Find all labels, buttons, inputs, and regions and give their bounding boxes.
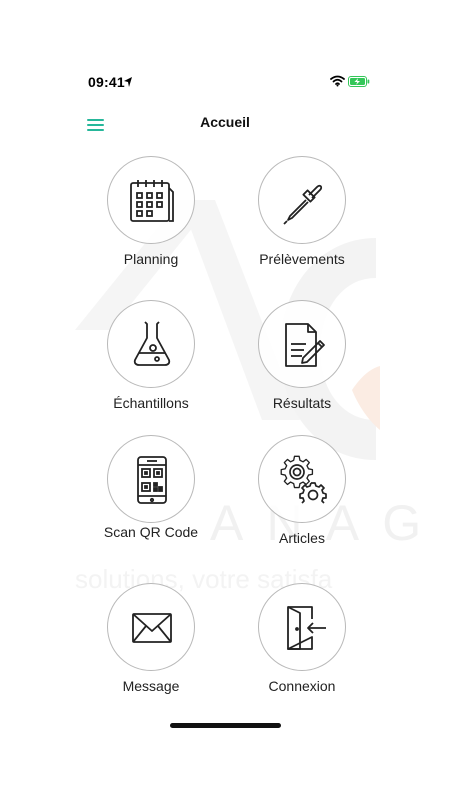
tile-circle (107, 583, 195, 671)
page-title: Accueil (200, 114, 250, 130)
tile-label: Scan QR Code (103, 524, 199, 540)
document-pen-icon (285, 323, 325, 367)
location-arrow-icon (124, 77, 132, 87)
battery-charging-icon (348, 76, 370, 87)
envelope-icon (132, 613, 172, 643)
tile-label: Échantillons (113, 395, 189, 411)
status-time: 09:41 (88, 74, 125, 90)
tile-label: Message (122, 678, 180, 694)
tile-circle (107, 300, 195, 388)
wifi-icon (330, 75, 345, 87)
tile-circle (107, 156, 195, 244)
status-bar: 09:41 (0, 0, 450, 100)
flask-icon (133, 321, 171, 366)
tile-label: Résultats (272, 395, 332, 411)
pipette-icon (283, 184, 323, 225)
tile-label: Articles (279, 530, 325, 546)
tile-label: Planning (123, 251, 179, 267)
tile-circle (258, 435, 346, 523)
login-door-icon (287, 606, 326, 650)
tile-circle (258, 583, 346, 671)
tile-circle (258, 300, 346, 388)
tile-label: Prélèvements (259, 251, 345, 267)
gears-icon (280, 455, 327, 504)
qr-phone-icon (137, 456, 167, 504)
navigation-bar: Accueil (0, 105, 450, 145)
tile-circle (107, 435, 195, 523)
tile-circle (258, 156, 346, 244)
tile-label: Connexion (268, 678, 336, 694)
calendar-icon (130, 180, 174, 222)
home-indicator[interactable] (170, 723, 281, 728)
